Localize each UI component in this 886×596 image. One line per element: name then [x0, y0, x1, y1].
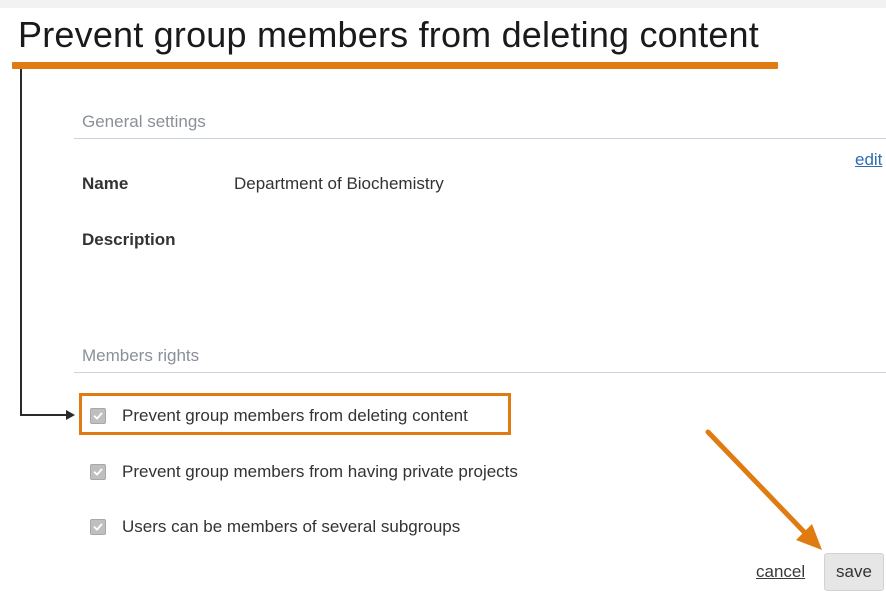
- annotation-arrow-icon: [705, 429, 822, 550]
- save-button[interactable]: save: [824, 553, 884, 591]
- cancel-link[interactable]: cancel: [756, 562, 805, 582]
- screenshot-page: Prevent group members from deleting cont…: [0, 0, 886, 596]
